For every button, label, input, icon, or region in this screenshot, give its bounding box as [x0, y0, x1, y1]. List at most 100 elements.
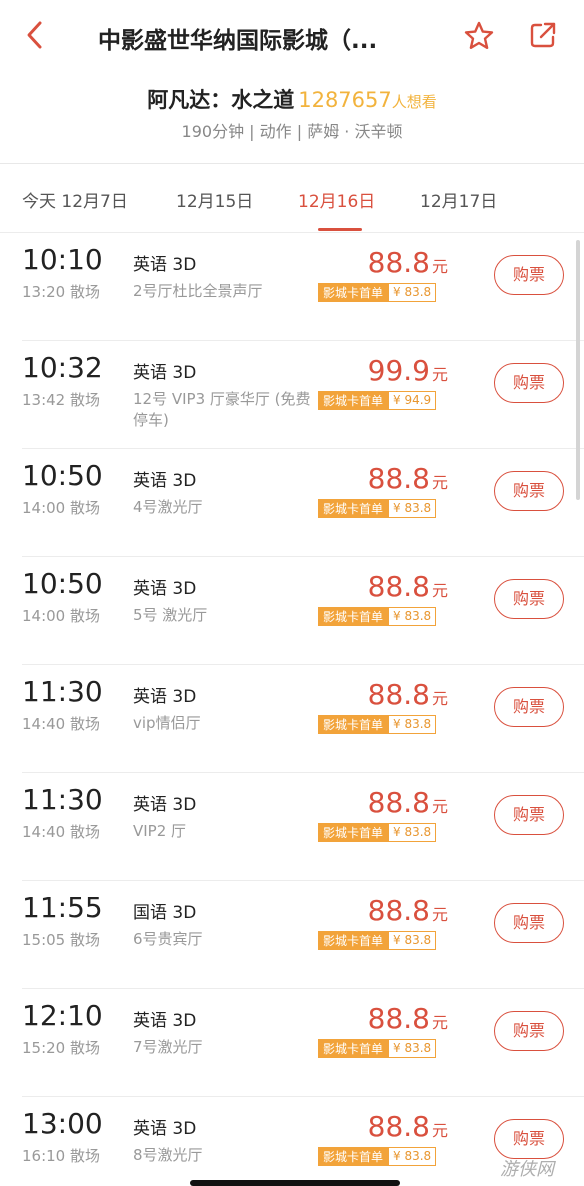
start-time: 11:55 [22, 891, 103, 924]
price-amount: 88.8 [367, 1002, 430, 1035]
showtime-row[interactable]: 10:50 14:00 散场 英语 3D 5号 激光厅 88.8 元 影城卡首单 ¥… [0, 557, 584, 665]
price-unit: 元 [431, 1121, 448, 1140]
start-time: 10:32 [22, 351, 103, 384]
price-unit: 元 [431, 1013, 448, 1032]
price-amount: 88.8 [367, 1110, 430, 1143]
price-amount: 88.8 [367, 246, 430, 279]
buy-ticket-button[interactable]: 购票 [494, 255, 564, 295]
language-format: 英语 3D [133, 363, 197, 383]
language-format: 国语 3D [133, 903, 197, 923]
showtime-row[interactable]: 11:30 14:40 散场 英语 3D VIP2 厅 88.8 元 影城卡首单 ¥… [0, 773, 584, 881]
end-time: 14:40 散场 [22, 823, 100, 841]
promo-tag: 影城卡首单 [318, 1147, 389, 1166]
price-unit: 元 [431, 473, 448, 492]
start-time: 10:10 [22, 243, 103, 276]
price-unit: 元 [431, 257, 448, 276]
showtime-row[interactable]: 10:10 13:20 散场 英语 3D 2号厅杜比全景声厅 88.8 元 影城卡… [0, 233, 584, 341]
buy-ticket-button[interactable]: 购票 [494, 1119, 564, 1159]
tab-date-today[interactable]: 今天 12月7日 [22, 187, 128, 212]
active-tab-indicator [318, 228, 362, 231]
end-time: 13:42 散场 [22, 391, 100, 409]
price: 88.8 元 [368, 1002, 448, 1035]
language-format: 英语 3D [133, 795, 197, 815]
movie-meta: 190分钟 | 动作 | 萨姆 · 沃辛顿 [181, 122, 403, 141]
buy-ticket-button[interactable]: 购票 [494, 1011, 564, 1051]
start-time: 11:30 [22, 783, 103, 816]
promo-badge: 影城卡首单 ¥ 83.8 [318, 607, 437, 626]
showtime-row[interactable]: 11:55 15:05 散场 国语 3D 6号贵宾厅 88.8 元 影城卡首单 ¥ … [0, 881, 584, 989]
price-unit: 元 [431, 797, 448, 816]
price: 88.8 元 [368, 894, 448, 927]
promo-price: ¥ 83.8 [388, 499, 437, 518]
promo-tag: 影城卡首单 [318, 715, 389, 734]
end-time: 15:20 散场 [22, 1039, 100, 1057]
tab-date-1215[interactable]: 12月15日 [176, 187, 253, 212]
price-unit: 元 [431, 581, 448, 600]
promo-tag: 影城卡首单 [318, 499, 389, 518]
buy-ticket-button[interactable]: 购票 [494, 579, 564, 619]
tab-date-1216[interactable]: 12月16日 [298, 187, 375, 212]
price: 88.8 元 [368, 462, 448, 495]
price-amount: 88.8 [367, 786, 430, 819]
star-outline-icon[interactable] [463, 20, 495, 52]
price: 88.8 元 [368, 786, 448, 819]
showtime-list: 10:10 13:20 散场 英语 3D 2号厅杜比全景声厅 88.8 元 影城卡… [0, 233, 584, 1186]
buy-ticket-button[interactable]: 购票 [494, 903, 564, 943]
end-time: 14:40 散场 [22, 715, 100, 733]
price-unit: 元 [431, 689, 448, 708]
end-time: 14:00 散场 [22, 607, 100, 625]
hall-name: 2号厅杜比全景声厅 [133, 282, 263, 300]
date-tabs: 今天 12月7日 12月15日 12月16日 12月17日 [0, 164, 584, 232]
start-time: 13:00 [22, 1107, 103, 1140]
buy-ticket-button[interactable]: 购票 [494, 795, 564, 835]
showtime-row[interactable]: 11:30 14:40 散场 英语 3D vip情侣厅 88.8 元 影城卡首单 ¥… [0, 665, 584, 773]
promo-price: ¥ 83.8 [388, 931, 437, 950]
showtime-row[interactable]: 12:10 15:20 散场 英语 3D 7号激光厅 88.8 元 影城卡首单 ¥ … [0, 989, 584, 1097]
promo-badge: 影城卡首单 ¥ 83.8 [318, 283, 437, 302]
promo-price: ¥ 83.8 [388, 283, 437, 302]
promo-badge: 影城卡首单 ¥ 83.8 [318, 1039, 437, 1058]
showtime-row[interactable]: 13:00 16:10 散场 英语 3D 8号激光厅 88.8 元 影城卡首单 ¥ … [0, 1097, 584, 1186]
language-format: 英语 3D [133, 255, 197, 275]
promo-price: ¥ 83.8 [388, 1039, 437, 1058]
movie-info[interactable]: 阿凡达：水之道 1287657人想看 190分钟 | 动作 | 萨姆 · 沃辛顿 [0, 84, 584, 148]
scrollbar[interactable] [576, 240, 580, 500]
hall-name: 6号贵宾厅 [133, 930, 203, 948]
promo-badge: 影城卡首单 ¥ 83.8 [318, 499, 437, 518]
price-unit: 元 [431, 905, 448, 924]
back-arrow-icon[interactable] [22, 18, 50, 52]
hall-name: 4号激光厅 [133, 498, 203, 516]
end-time: 16:10 散场 [22, 1147, 100, 1165]
showtime-row[interactable]: 10:32 13:42 散场 英语 3D 12号 VIP3 厅豪华厅 (免费停车… [0, 341, 584, 449]
price-amount: 99.9 [367, 354, 430, 387]
hall-name: vip情侣厅 [133, 714, 201, 732]
tab-date-1217[interactable]: 12月17日 [420, 187, 497, 212]
start-time: 12:10 [22, 999, 103, 1032]
promo-price: ¥ 94.9 [388, 391, 437, 410]
hall-name: 8号激光厅 [133, 1146, 203, 1164]
promo-price: ¥ 83.8 [388, 607, 437, 626]
movie-title-line: 阿凡达：水之道 1287657人想看 [0, 84, 584, 118]
language-format: 英语 3D [133, 687, 197, 707]
price: 88.8 元 [368, 246, 448, 279]
buy-ticket-button[interactable]: 购票 [494, 687, 564, 727]
start-time: 10:50 [22, 567, 103, 600]
showtime-row[interactable]: 10:50 14:00 散场 英语 3D 4号激光厅 88.8 元 影城卡首单 ¥ … [0, 449, 584, 557]
promo-badge: 影城卡首单 ¥ 83.8 [318, 715, 437, 734]
promo-price: ¥ 83.8 [388, 715, 437, 734]
promo-tag: 影城卡首单 [318, 823, 389, 842]
end-time: 15:05 散场 [22, 931, 100, 949]
promo-badge: 影城卡首单 ¥ 83.8 [318, 1147, 437, 1166]
end-time: 13:20 散场 [22, 283, 100, 301]
hall-name: 5号 激光厅 [133, 606, 208, 624]
language-format: 英语 3D [133, 471, 197, 491]
language-format: 英语 3D [133, 579, 197, 599]
home-indicator[interactable] [190, 1180, 400, 1186]
price-unit: 元 [431, 365, 448, 384]
buy-ticket-button[interactable]: 购票 [494, 363, 564, 403]
share-icon[interactable] [528, 20, 558, 50]
top-bar: 中影盛世华纳国际影城（... [0, 0, 584, 72]
price-amount: 88.8 [367, 462, 430, 495]
buy-ticket-button[interactable]: 购票 [494, 471, 564, 511]
end-time: 14:00 散场 [22, 499, 100, 517]
